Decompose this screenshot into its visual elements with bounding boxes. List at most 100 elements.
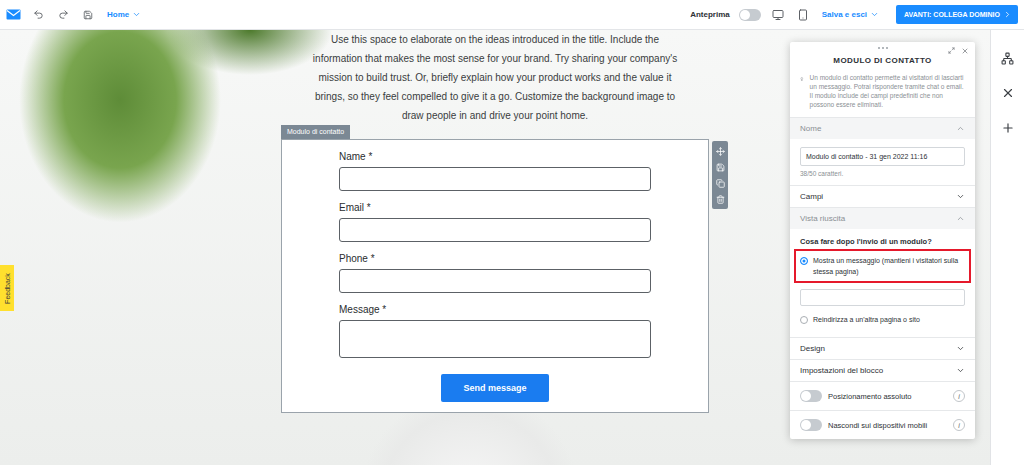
block-tag: Modulo di contatto xyxy=(281,125,350,139)
desktop-icon[interactable] xyxy=(772,9,784,21)
close-icon[interactable] xyxy=(961,47,969,55)
section-header[interactable]: Design xyxy=(790,337,975,359)
section-header[interactable]: Impostazioni del blocco xyxy=(790,359,975,381)
panel-section: Design xyxy=(790,337,975,359)
radio-option[interactable]: Mostra un messaggio (mantieni i visitato… xyxy=(794,249,971,283)
feedback-tab[interactable]: Feedback xyxy=(0,265,14,311)
block-tool-button[interactable] xyxy=(714,161,726,173)
mobile-icon[interactable] xyxy=(797,9,809,21)
lightbulb-icon xyxy=(800,73,804,85)
block-tool-button[interactable] xyxy=(714,145,726,157)
block-toolbar xyxy=(712,141,728,209)
preview-toggle[interactable] xyxy=(739,9,761,21)
logo-icon[interactable] xyxy=(6,9,21,20)
save-button[interactable] xyxy=(80,7,96,23)
chevron-down-icon[interactable] xyxy=(956,344,965,353)
redo-button[interactable] xyxy=(55,7,71,23)
form-field: Email * xyxy=(339,201,651,242)
chevron-down-icon[interactable] xyxy=(132,10,141,19)
block-tool-button[interactable] xyxy=(714,177,726,189)
add-block-button[interactable] xyxy=(1001,121,1015,135)
redo-icon[interactable] xyxy=(58,9,69,20)
chevron-down-icon[interactable] xyxy=(870,10,879,19)
close-button[interactable] xyxy=(960,46,969,55)
name-input[interactable]: Modulo di contatto - 31 gen 2022 11:16 xyxy=(800,147,965,166)
form-field: Name * xyxy=(339,150,651,191)
undo-icon[interactable] xyxy=(33,9,44,20)
text-input[interactable] xyxy=(339,269,651,293)
send-button[interactable]: Send message xyxy=(441,374,548,402)
move-icon[interactable] xyxy=(716,147,725,156)
chevron-up-icon[interactable] xyxy=(956,214,965,223)
success-section-body: Cosa fare dopo l'invio di un modulo? Most… xyxy=(790,229,975,337)
submit-row: Send message xyxy=(339,374,651,402)
chevron-right-icon[interactable] xyxy=(1003,10,1012,19)
section-header[interactable]: Campi xyxy=(790,185,975,207)
save-exit-menu[interactable]: Salva e esci xyxy=(820,10,881,19)
editor-page: Home Anteprima Salva e esci AVANTI: COLLEGA… xyxy=(0,0,1024,465)
panel-header[interactable]: MODULO DI CONTATTO xyxy=(790,42,975,71)
text-input[interactable] xyxy=(339,167,651,191)
toggle-switch[interactable] xyxy=(800,390,822,402)
save-block-icon[interactable] xyxy=(716,163,725,172)
page-canvas: Use this space to elaborate on the ideas… xyxy=(0,30,990,465)
radio-option[interactable]: Reindirizza a un'altra pagina o sito xyxy=(794,310,971,329)
section-header[interactable]: Vista riuscita xyxy=(790,207,975,229)
save-icon[interactable] xyxy=(83,10,93,20)
mobile-view-button[interactable] xyxy=(795,7,811,23)
section-header[interactable]: Nome xyxy=(790,117,975,139)
drag-handle-icon[interactable] xyxy=(878,47,888,49)
radio-label: Mostra un messaggio (mantieni i visitato… xyxy=(813,255,965,277)
radio-label: Reindirizza a un'altra pagina o sito xyxy=(813,314,920,325)
radio-button[interactable] xyxy=(800,316,808,324)
undo-button[interactable] xyxy=(30,7,46,23)
chevron-down-icon[interactable] xyxy=(956,366,965,375)
contact-form: Name * Email * Phone * Message * Send messag… xyxy=(281,139,709,413)
field-label: Email * xyxy=(339,201,651,215)
toggle-switch[interactable] xyxy=(800,419,822,431)
info-text: Un modulo di contatto permette ai visita… xyxy=(810,73,965,109)
panel-section: Vista riuscitaCosa fare dopo l'invio di … xyxy=(790,207,975,337)
top-bar: Home Anteprima Salva e esci AVANTI: COLLEGA… xyxy=(0,0,1024,30)
top-bar-right: Anteprima Salva e esci AVANTI: COLLEGA DOM… xyxy=(690,5,1018,24)
plus-icon[interactable] xyxy=(1001,121,1015,135)
delete-icon[interactable] xyxy=(716,195,725,204)
contact-form-panel: MODULO DI CONTATTOUn modulo di contatto … xyxy=(790,42,975,439)
expand-button[interactable] xyxy=(947,46,956,55)
main-area: Use this space to elaborate on the ideas… xyxy=(0,30,1024,465)
chevron-down-icon[interactable] xyxy=(956,192,965,201)
close-icon[interactable] xyxy=(1001,86,1015,100)
info-icon[interactable]: i xyxy=(953,390,965,402)
top-bar-left: Home xyxy=(6,7,143,23)
text-input[interactable] xyxy=(339,218,651,242)
radio-button[interactable] xyxy=(800,257,808,265)
panel-section: Campi xyxy=(790,185,975,207)
toggle-row: Nascondi sui dispositivi mobili i xyxy=(790,410,975,439)
preview-label: Anteprima xyxy=(690,10,730,19)
connect-domain-button[interactable]: AVANTI: COLLEGA DOMINIO xyxy=(896,5,1018,24)
panel-section: NomeModulo di contatto - 31 gen 2022 11:… xyxy=(790,117,975,185)
panel-actions xyxy=(947,46,969,55)
form-field: Phone * xyxy=(339,252,651,293)
toggle-label: Nascondi sui dispositivi mobili xyxy=(828,421,947,430)
success-message-input[interactable] xyxy=(800,289,965,306)
sitemap-icon[interactable] xyxy=(1001,52,1014,65)
name-section-body: Modulo di contatto - 31 gen 2022 11:1638… xyxy=(790,139,975,185)
info-icon[interactable]: i xyxy=(953,419,965,431)
right-rail xyxy=(990,30,1024,465)
duplicate-icon[interactable] xyxy=(716,179,725,188)
chevron-up-icon[interactable] xyxy=(956,124,965,133)
panel-section: Impostazioni del blocco xyxy=(790,359,975,381)
close-editor-button[interactable] xyxy=(1001,86,1015,100)
contact-form-block[interactable]: Modulo di contatto Name * Email * Phone * Me… xyxy=(281,125,709,413)
desktop-view-button[interactable] xyxy=(770,7,786,23)
toggle-row: Posizionamento assolutoi xyxy=(790,381,975,410)
block-tool-button[interactable] xyxy=(714,193,726,205)
success-question: Cosa fare dopo l'invio di un modulo? xyxy=(800,237,965,246)
page-menu[interactable]: Home xyxy=(105,10,143,19)
field-label: Message * xyxy=(339,303,651,317)
expand-icon[interactable] xyxy=(948,47,955,54)
message-textarea[interactable] xyxy=(339,320,651,358)
section-paragraph[interactable]: Use this space to elaborate on the ideas… xyxy=(305,30,685,125)
sitemap-button[interactable] xyxy=(1001,51,1015,65)
